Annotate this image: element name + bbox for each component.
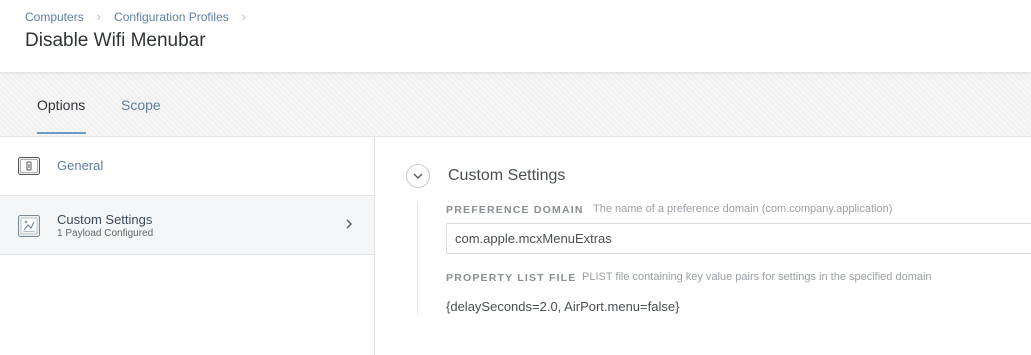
- tab-bar: Options Scope: [0, 72, 1031, 137]
- breadcrumb-separator-icon: ›: [241, 9, 247, 24]
- chevron-down-icon: [413, 173, 423, 179]
- preference-domain-input[interactable]: [446, 223, 1031, 254]
- payload-count: 1 Payload Configured: [57, 228, 154, 239]
- section-divider: [417, 201, 418, 315]
- preference-domain-label: PREFERENCE DOMAIN: [446, 204, 584, 216]
- active-tab-indicator: [37, 132, 86, 134]
- sidebar-item-custom-settings[interactable]: Custom Settings 1 Payload Configured: [0, 196, 374, 255]
- breadcrumb-computers[interactable]: Computers: [25, 10, 84, 24]
- sidebar-item-label: Custom Settings: [57, 212, 153, 227]
- page-header: Computers › Configuration Profiles › Dis…: [0, 0, 1031, 72]
- property-list-label: PROPERTY LIST FILE: [446, 272, 577, 284]
- tab-scope[interactable]: Scope: [121, 97, 161, 113]
- tab-options[interactable]: Options: [37, 97, 85, 113]
- custom-settings-icon: [18, 215, 40, 237]
- breadcrumb-configuration-profiles[interactable]: Configuration Profiles: [114, 10, 229, 24]
- property-list-value: {delaySeconds=2.0, AirPort.menu=false}: [446, 299, 680, 314]
- section-title: Custom Settings: [448, 167, 566, 184]
- property-list-help: PLIST file containing key value pairs fo…: [582, 271, 932, 283]
- payload-sidebar: General Custom Settings 1 Payload Config…: [0, 137, 375, 355]
- payload-detail-panel: Custom Settings PREFERENCE DOMAIN The na…: [375, 137, 1031, 355]
- preference-domain-help: The name of a preference domain (com.com…: [593, 203, 893, 215]
- breadcrumb-separator-icon: ›: [96, 9, 102, 24]
- chevron-right-icon: [342, 217, 356, 231]
- general-switch-icon: [18, 155, 40, 177]
- sidebar-item-general[interactable]: General: [0, 137, 374, 196]
- page-title: Disable Wifi Menubar: [25, 30, 206, 51]
- breadcrumb: Computers › Configuration Profiles ›: [25, 9, 259, 24]
- collapse-section-button[interactable]: [406, 164, 430, 188]
- sidebar-item-label: General: [57, 158, 104, 173]
